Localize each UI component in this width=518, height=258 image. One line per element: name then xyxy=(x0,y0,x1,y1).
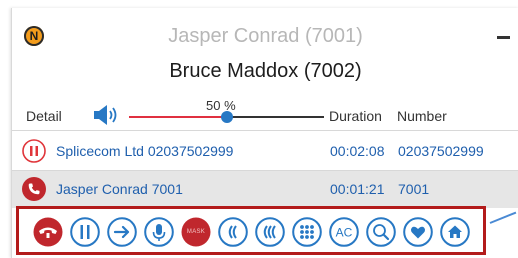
search-button[interactable] xyxy=(366,217,396,247)
search-icon xyxy=(366,217,396,247)
favourite-button[interactable] xyxy=(403,217,433,247)
mask-button[interactable]: MASK xyxy=(181,217,211,247)
mute-icon xyxy=(144,217,174,247)
favourite-icon xyxy=(403,217,433,247)
keypad-button[interactable] xyxy=(292,217,322,247)
call-duration: 00:02:08 xyxy=(330,143,385,159)
hangup-icon xyxy=(33,217,63,247)
transfer-icon xyxy=(107,217,137,247)
conference-button[interactable] xyxy=(218,217,248,247)
column-number: Number xyxy=(397,108,447,124)
ac-label: AC xyxy=(336,226,353,240)
minimize-button[interactable] xyxy=(497,36,510,39)
header-divider xyxy=(12,130,518,131)
ac-button[interactable]: AC xyxy=(329,217,359,247)
hangup-button[interactable] xyxy=(33,217,63,247)
keypad-icon xyxy=(292,217,322,247)
secondary-caller-name: Jasper Conrad (7001) xyxy=(168,25,363,47)
hold-button[interactable] xyxy=(70,217,100,247)
multi-conference-icon xyxy=(255,217,285,247)
call-controls-toolbar: MASK AC xyxy=(16,206,486,255)
column-duration: Duration xyxy=(329,108,382,124)
pause-icon[interactable] xyxy=(22,139,46,168)
mute-button[interactable] xyxy=(144,217,174,247)
home-button[interactable] xyxy=(440,217,470,247)
call-name: Jasper Conrad 7001 xyxy=(56,181,183,197)
volume-percent: 50 % xyxy=(206,98,236,113)
volume-fill xyxy=(129,116,227,118)
call-window: N Jasper Conrad (7001) Bruce Maddox (700… xyxy=(11,8,518,258)
mask-label: MASK xyxy=(186,229,206,235)
call-name: Splicecom Ltd 02037502999 xyxy=(56,143,234,159)
multi-conference-button[interactable] xyxy=(255,217,285,247)
call-row[interactable]: Jasper Conrad 7001 00:01:21 7001 xyxy=(12,171,518,208)
speaker-icon[interactable] xyxy=(94,105,126,130)
call-number: 02037502999 xyxy=(398,143,484,159)
volume-thumb[interactable] xyxy=(220,111,233,123)
transfer-button[interactable] xyxy=(107,217,137,247)
hold-icon xyxy=(70,217,100,247)
primary-caller-name: Bruce Maddox (7002) xyxy=(169,60,362,82)
home-icon xyxy=(440,217,470,247)
ac-icon: AC xyxy=(329,217,359,247)
call-number: 7001 xyxy=(398,181,430,197)
call-row[interactable]: Splicecom Ltd 02037502999 00:02:08 02037… xyxy=(12,133,518,170)
conference-icon xyxy=(218,217,248,247)
phone-icon[interactable] xyxy=(22,177,46,206)
column-detail: Detail xyxy=(26,108,62,124)
volume-slider[interactable] xyxy=(129,111,324,123)
call-duration: 00:01:21 xyxy=(330,181,385,197)
